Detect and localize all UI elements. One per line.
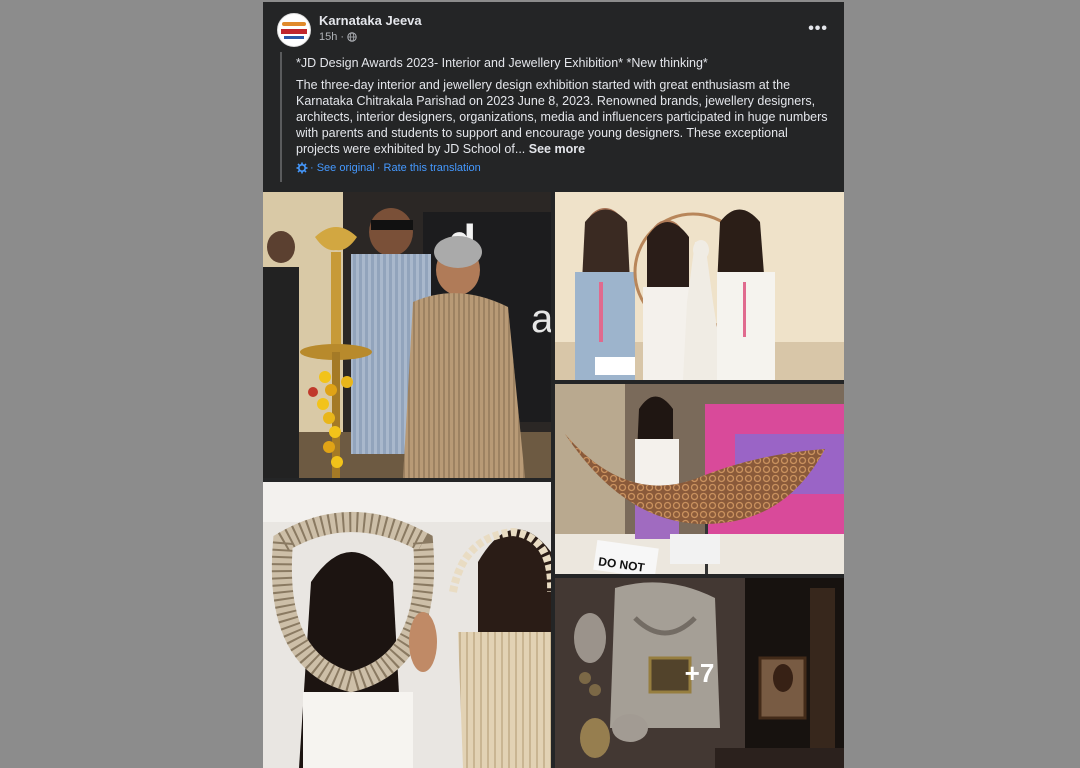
globe-icon xyxy=(347,32,357,42)
photo-lattice-sculpture[interactable]: DO NOT xyxy=(555,384,844,574)
more-options-icon[interactable]: ••• xyxy=(808,20,828,38)
post-body: The three-day interior and jewellery des… xyxy=(296,77,828,157)
post-meta: 15h · xyxy=(319,31,357,43)
rate-translation-link[interactable]: · Rate this translation xyxy=(377,162,481,174)
post-title: *JD Design Awards 2023- Interior and Jew… xyxy=(296,56,708,70)
photo-necklaces[interactable] xyxy=(263,482,551,768)
see-original-link[interactable]: · See original xyxy=(310,162,375,174)
more-photos-overlay[interactable]: +7 xyxy=(555,578,844,768)
svg-text:a: a xyxy=(531,297,551,341)
facebook-post: Karnataka Jeeva 15h · ••• *JD Design Awa… xyxy=(263,2,844,768)
page-name[interactable]: Karnataka Jeeva xyxy=(319,13,422,28)
photo-women-with-sculpture[interactable] xyxy=(555,192,844,380)
post-time[interactable]: 15h xyxy=(319,31,337,43)
photo-lamp-lighting[interactable]: d a xyxy=(263,192,551,478)
gear-icon xyxy=(296,162,308,174)
photo-jewellery-display[interactable]: +7 xyxy=(555,578,844,768)
post-header: Karnataka Jeeva 15h · ••• xyxy=(263,2,844,52)
see-more-link[interactable]: See more xyxy=(529,142,585,156)
post-text: *JD Design Awards 2023- Interior and Jew… xyxy=(280,52,828,182)
meta-separator: · xyxy=(340,31,345,43)
page-avatar[interactable] xyxy=(277,13,311,47)
translation-bar: · See original · Rate this translation xyxy=(296,162,481,174)
photo-grid: d a xyxy=(263,192,844,768)
